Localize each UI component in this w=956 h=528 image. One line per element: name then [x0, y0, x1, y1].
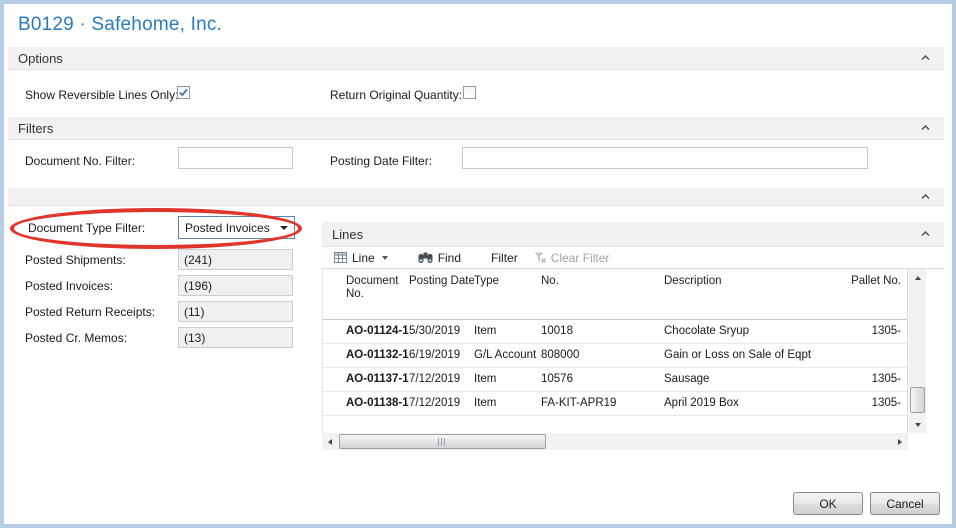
document-no-filter-input[interactable] — [178, 147, 293, 169]
line-menu-button[interactable]: Line — [330, 251, 392, 265]
filter-label: Filter — [491, 251, 518, 265]
cell-pallet-no — [842, 344, 908, 367]
section-header-lines[interactable]: Lines — [322, 222, 944, 247]
posted-return-receipts-label: Posted Return Receipts: — [25, 305, 155, 319]
grid-icon — [334, 252, 347, 263]
table-row[interactable]: AO-01137-1 7/12/2019 Item 10576 Sausage … — [323, 368, 907, 392]
clear-filter-button: Clear Filter — [530, 251, 614, 265]
cell-document-no: AO-01137-1 — [346, 368, 409, 391]
posting-date-filter-input[interactable] — [462, 147, 868, 169]
col-header-document-no[interactable]: Document No. — [346, 269, 409, 319]
horizontal-scrollbar-thumb[interactable] — [339, 434, 546, 449]
page-title: B0129 · Safehome, Inc. — [18, 14, 222, 36]
section-header-options[interactable]: Options — [8, 47, 944, 70]
funnel-x-icon — [534, 252, 546, 263]
posted-cr-memos-count: (13) — [178, 327, 293, 348]
lines-toolbar: Line Find Filter Clear Filter — [322, 247, 944, 269]
filter-button[interactable]: Filter — [487, 251, 522, 265]
cell-posting-date: 7/12/2019 — [409, 368, 474, 391]
cell-type: Item — [474, 320, 541, 343]
caret-down-icon — [382, 256, 388, 260]
cell-description: April 2019 Box — [664, 392, 842, 415]
chevron-up-icon[interactable] — [921, 231, 930, 237]
cell-no: FA-KIT-APR19 — [541, 392, 664, 415]
cell-posting-date: 5/30/2019 — [409, 320, 474, 343]
chevron-up-icon[interactable] — [921, 55, 930, 61]
find-label: Find — [438, 251, 461, 265]
lines-table: Document No. Posting Date Type No. Descr… — [322, 269, 908, 433]
chevron-up-icon[interactable] — [921, 194, 930, 200]
posted-shipments-label: Posted Shipments: — [25, 253, 126, 267]
cell-pallet-no: 1305-05016 — [842, 392, 908, 415]
document-type-filter-label: Document Type Filter: — [28, 221, 145, 235]
table-header-row: Document No. Posting Date Type No. Descr… — [323, 269, 907, 320]
cell-type: G/L Account — [474, 344, 541, 367]
document-no-filter-label: Document No. Filter: — [25, 154, 135, 168]
section-options-label: Options — [18, 51, 63, 66]
cell-type: Item — [474, 392, 541, 415]
triangle-up-icon — [915, 276, 921, 280]
posted-invoices-count: (196) — [178, 275, 293, 296]
vertical-scrollbar[interactable] — [909, 269, 926, 433]
table-row[interactable]: AO-01138-1 7/12/2019 Item FA-KIT-APR19 A… — [323, 392, 907, 416]
cell-description: Chocolate Sryup — [664, 320, 842, 343]
cell-document-no: AO-01132-1 — [346, 344, 409, 367]
col-header-description[interactable]: Description — [664, 269, 842, 319]
posted-cr-memos-label: Posted Cr. Memos: — [25, 331, 127, 345]
section-header-filters[interactable]: Filters — [8, 117, 944, 140]
check-icon — [178, 87, 189, 98]
grip-icon — [438, 438, 447, 446]
scroll-up-button[interactable] — [909, 269, 926, 286]
cancel-button[interactable]: Cancel — [870, 492, 940, 515]
scroll-down-button[interactable] — [909, 416, 926, 433]
line-menu-label: Line — [352, 251, 375, 265]
return-original-label: Return Original Quantity: — [330, 88, 462, 102]
section-filters-label: Filters — [18, 121, 53, 136]
cell-no: 808000 — [541, 344, 664, 367]
col-header-posting-date[interactable]: Posting Date — [409, 269, 474, 319]
cell-no: 10576 — [541, 368, 664, 391]
cell-document-no: AO-01138-1 — [346, 392, 409, 415]
return-original-checkbox[interactable] — [463, 86, 476, 99]
scroll-left-button[interactable] — [322, 433, 338, 450]
posted-invoices-label: Posted Invoices: — [25, 279, 113, 293]
horizontal-scrollbar[interactable] — [322, 433, 908, 450]
show-reversible-checkbox[interactable] — [177, 86, 190, 99]
cell-posting-date: 6/19/2019 — [409, 344, 474, 367]
dialog-window: B0129 · Safehome, Inc. Options Show Reve… — [0, 0, 956, 528]
cell-document-no: AO-01124-1 — [346, 320, 409, 343]
cell-no: 10018 — [541, 320, 664, 343]
section-lines-label: Lines — [332, 227, 363, 242]
cell-description: Sausage — [664, 368, 842, 391]
cell-pallet-no: 1305-05010 — [842, 368, 908, 391]
posting-date-filter-label: Posting Date Filter: — [330, 154, 432, 168]
triangle-right-icon — [898, 439, 902, 445]
chevron-up-icon[interactable] — [921, 125, 930, 131]
posted-shipments-count: (241) — [178, 249, 293, 270]
triangle-down-icon — [915, 423, 921, 427]
caret-down-icon — [280, 226, 288, 230]
cell-type: Item — [474, 368, 541, 391]
scroll-right-button[interactable] — [892, 433, 908, 450]
col-header-pallet-no[interactable]: Pallet No. — [842, 269, 908, 319]
document-type-filter-value: Posted Invoices — [185, 221, 270, 235]
table-row[interactable]: AO-01124-1 5/30/2019 Item 10018 Chocolat… — [323, 320, 907, 344]
table-row[interactable]: AO-01132-1 6/19/2019 G/L Account 808000 … — [323, 344, 907, 368]
cell-description: Gain or Loss on Sale of Eqpt — [664, 344, 842, 367]
cell-posting-date: 7/12/2019 — [409, 392, 474, 415]
clear-filter-label: Clear Filter — [551, 251, 610, 265]
ok-button[interactable]: OK — [793, 492, 863, 515]
find-button[interactable]: Find — [414, 251, 465, 265]
cell-pallet-no: 1305-04396 — [842, 320, 908, 343]
binoculars-icon — [418, 252, 433, 264]
section-header-lines-options[interactable] — [8, 188, 944, 206]
posted-return-receipts-count: (11) — [178, 301, 293, 322]
document-type-filter-select[interactable]: Posted Invoices — [178, 216, 295, 239]
col-header-type[interactable]: Type — [474, 269, 541, 319]
triangle-left-icon — [328, 439, 332, 445]
vertical-scrollbar-thumb[interactable] — [910, 387, 925, 413]
col-header-no[interactable]: No. — [541, 269, 664, 319]
show-reversible-label: Show Reversible Lines Only: — [25, 88, 178, 102]
